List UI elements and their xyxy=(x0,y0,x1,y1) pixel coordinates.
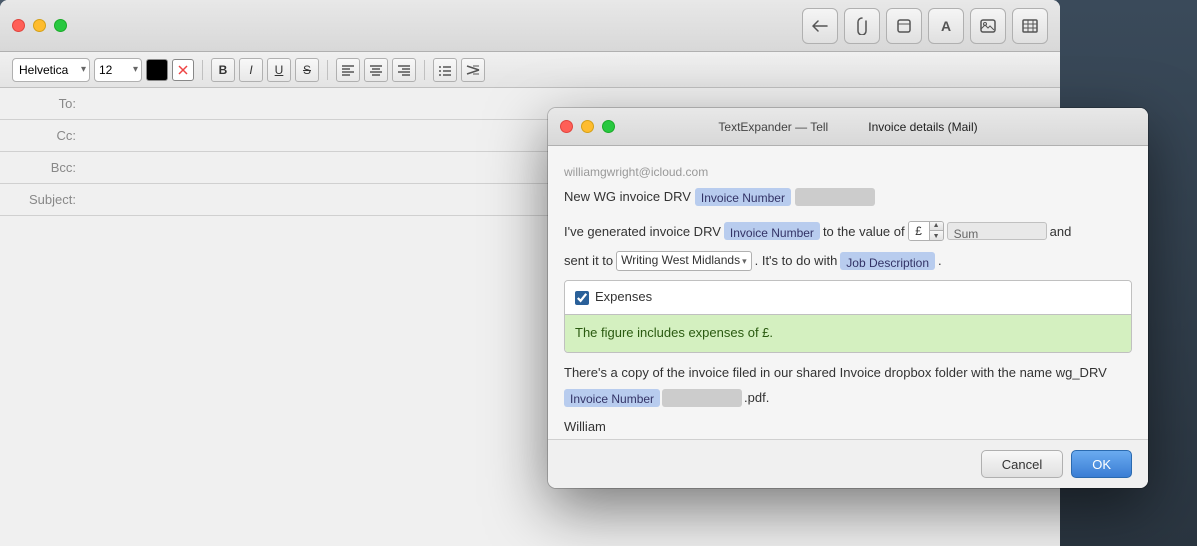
align-center-button[interactable] xyxy=(364,58,388,82)
te-body-sent-end: . xyxy=(938,249,942,272)
te-button-row: Cancel OK xyxy=(548,439,1148,488)
bold-button[interactable]: B xyxy=(211,58,235,82)
te-email-preview: williamgwright@icloud.com xyxy=(564,162,1132,183)
mail-titlebar: A xyxy=(0,0,1060,52)
te-expenses-text: The figure includes expenses of £. xyxy=(575,325,773,340)
underline-button[interactable]: U xyxy=(267,58,291,82)
te-expenses-section: Expenses The figure includes expenses of… xyxy=(564,280,1132,353)
size-select[interactable]: 12 xyxy=(94,58,142,82)
subject-label: Subject: xyxy=(16,192,76,207)
te-traffic-lights xyxy=(560,120,615,133)
te-body-invoice-field[interactable]: Invoice Number xyxy=(724,222,820,240)
divider-3 xyxy=(424,60,425,80)
te-subject-field2 xyxy=(795,188,875,206)
te-body-mid: to the value of xyxy=(823,220,905,243)
bcc-label: Bcc: xyxy=(16,160,76,175)
te-expenses-body: The figure includes expenses of £. xyxy=(565,315,1131,352)
te-stepper-down[interactable]: ▼ xyxy=(929,231,943,241)
te-content: williamgwright@icloud.com New WG invoice… xyxy=(548,146,1148,439)
te-dropdown-org[interactable]: Writing West Midlands xyxy=(616,251,751,271)
divider-1 xyxy=(202,60,203,80)
font-button[interactable]: A xyxy=(928,8,964,44)
te-signature: William x xyxy=(564,417,1132,439)
te-body-pre: I've generated invoice DRV xyxy=(564,220,721,243)
te-body-sent-pre: sent it to xyxy=(564,249,613,272)
back-icon xyxy=(812,19,828,33)
attachment-button[interactable] xyxy=(844,8,880,44)
te-minimize-button[interactable] xyxy=(581,120,594,133)
te-expenses-checkbox[interactable] xyxy=(575,291,589,305)
te-footer-field2 xyxy=(662,389,742,407)
divider-2 xyxy=(327,60,328,80)
te-footer-invoice-field[interactable]: Invoice Number xyxy=(564,389,660,407)
table-icon xyxy=(1022,19,1038,33)
te-window: TextExpander — Tell Invoice details (Mai… xyxy=(548,108,1148,488)
text-color-clear[interactable] xyxy=(172,59,194,81)
te-footer-text: There's a copy of the invoice filed in o… xyxy=(564,363,1132,384)
compose-button[interactable] xyxy=(886,8,922,44)
table-button[interactable] xyxy=(1012,8,1048,44)
te-sum-box[interactable]: Sum xyxy=(947,222,1047,240)
te-titlebar: TextExpander — Tell Invoice details (Mai… xyxy=(548,108,1148,146)
te-subject-prefix: New WG invoice DRV xyxy=(564,187,691,208)
te-close-button[interactable] xyxy=(560,120,573,133)
te-stepper-up[interactable]: ▲ xyxy=(929,221,943,231)
te-email-address: williamgwright@icloud.com xyxy=(564,165,708,179)
align-right-button[interactable] xyxy=(392,58,416,82)
te-expenses-header: Expenses xyxy=(565,281,1131,315)
zoom-button[interactable] xyxy=(54,19,67,32)
cancel-button[interactable]: Cancel xyxy=(981,450,1063,478)
te-body-line1: I've generated invoice DRV Invoice Numbe… xyxy=(564,220,1132,243)
indent-button[interactable] xyxy=(461,58,485,82)
font-select[interactable]: Helvetica xyxy=(12,58,90,82)
close-button[interactable] xyxy=(12,19,25,32)
ok-button[interactable]: OK xyxy=(1071,450,1132,478)
te-body-sent-mid: . It's to do with xyxy=(755,249,838,272)
attachment-icon xyxy=(855,17,869,35)
photo-icon xyxy=(980,19,996,33)
te-subject-invoice-field[interactable]: Invoice Number xyxy=(695,188,791,206)
back-button[interactable] xyxy=(802,8,838,44)
te-stepper-arrows: ▲ ▼ xyxy=(929,221,943,241)
italic-button[interactable]: I xyxy=(239,58,263,82)
minimize-button[interactable] xyxy=(33,19,46,32)
te-zoom-button[interactable] xyxy=(602,120,615,133)
te-dropdown-label: Writing West Midlands xyxy=(621,250,740,272)
te-body-line2: sent it to Writing West Midlands . It's … xyxy=(564,249,1132,272)
mail-toolbar-right: A xyxy=(802,8,1048,44)
font-icon: A xyxy=(941,18,951,34)
te-title-area: TextExpander — Tell Invoice details (Mai… xyxy=(718,120,977,134)
te-subject-row: New WG invoice DRV Invoice Number xyxy=(564,187,1132,208)
te-footer-pre: There's a copy of the invoice filed in o… xyxy=(564,365,1107,380)
te-expenses-label: Expenses xyxy=(595,287,652,308)
te-currency-val: £ xyxy=(909,221,929,241)
te-sig-name: William xyxy=(564,417,1132,438)
te-title-right[interactable]: Invoice details (Mail) xyxy=(868,120,977,134)
size-selector-wrap: 12 xyxy=(94,58,142,82)
te-footer-end: .pdf. xyxy=(744,388,769,409)
cc-label: Cc: xyxy=(16,128,76,143)
list-button[interactable] xyxy=(433,58,457,82)
compose-icon xyxy=(896,18,912,34)
te-body-and: and xyxy=(1050,220,1072,243)
te-filename-row: Invoice Number .pdf. xyxy=(564,388,1132,409)
font-selector-wrap: Helvetica xyxy=(12,58,90,82)
format-bar: Helvetica 12 B I U S xyxy=(0,52,1060,88)
to-label: To: xyxy=(16,96,76,111)
te-currency-stepper[interactable]: £ ▲ ▼ xyxy=(908,221,944,241)
photo-button[interactable] xyxy=(970,8,1006,44)
align-left-button[interactable] xyxy=(336,58,360,82)
te-title-left[interactable]: TextExpander — Tell xyxy=(718,120,828,134)
text-color-swatch[interactable] xyxy=(146,59,168,81)
strikethrough-button[interactable]: S xyxy=(295,58,319,82)
te-body-job-field[interactable]: Job Description xyxy=(840,252,935,270)
